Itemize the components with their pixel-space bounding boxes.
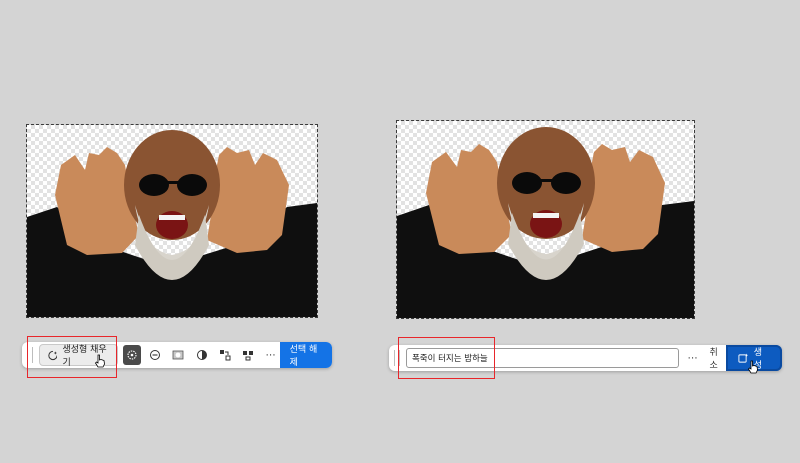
prompt-input[interactable]: [405, 348, 679, 368]
drag-handle[interactable]: [394, 350, 400, 366]
hand-cursor-icon: [94, 354, 105, 368]
hand-cursor-icon: [747, 360, 758, 374]
more-icon: ⋯: [687, 352, 698, 364]
subtract-button[interactable]: [146, 345, 164, 365]
select-subject-button[interactable]: [123, 345, 142, 365]
subject-photo-left: [27, 130, 317, 317]
transform-button[interactable]: [216, 345, 234, 365]
contextual-taskbar-left: 생성형 채우기 ⋯ 선택 해제: [22, 342, 333, 368]
more-options-button[interactable]: ⋯: [262, 345, 280, 365]
subtract-icon: [150, 350, 161, 360]
select-subject-icon: [127, 350, 137, 360]
canvas-left: [26, 124, 318, 318]
generative-fill-button[interactable]: 생성형 채우기: [38, 344, 119, 368]
mask-icon: [173, 350, 184, 360]
transform-icon: [219, 350, 231, 361]
invert-button[interactable]: [192, 345, 210, 365]
contextual-taskbar-right: ⋯ 취소 생성: [389, 345, 782, 371]
drag-handle[interactable]: [27, 347, 33, 363]
fill-icon: [242, 351, 253, 361]
deselect-button[interactable]: 선택 해제: [279, 342, 333, 368]
subject-photo-right: [397, 127, 694, 318]
generative-fill-icon: [47, 350, 58, 360]
invert-icon: [196, 350, 207, 360]
cancel-button[interactable]: 취소: [709, 345, 725, 371]
canvas-right: [396, 120, 695, 319]
mask-button[interactable]: [169, 345, 187, 365]
fill-button[interactable]: [239, 345, 257, 365]
more-icon: ⋯: [265, 349, 276, 361]
more-options-button[interactable]: ⋯: [684, 353, 702, 364]
